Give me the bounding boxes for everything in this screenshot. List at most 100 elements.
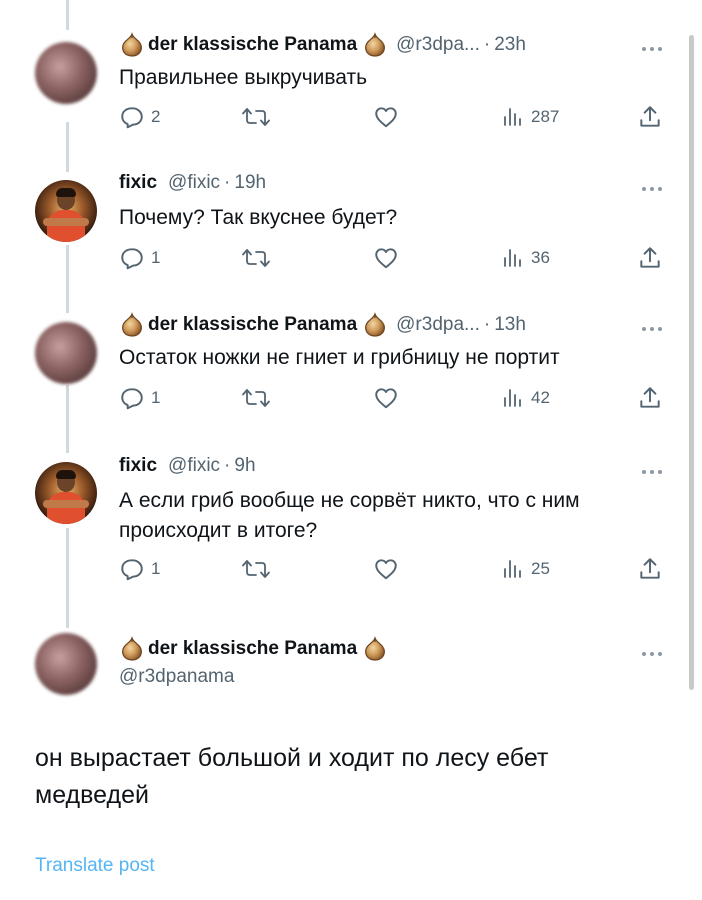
repost-button[interactable] (241, 104, 271, 130)
scrollbar[interactable] (689, 35, 694, 690)
repost-icon (242, 249, 270, 267)
author-name[interactable]: fixic (119, 172, 157, 194)
reply-count: 1 (151, 388, 161, 407)
repost-icon (242, 108, 270, 126)
avatar[interactable] (35, 180, 97, 242)
more-icon[interactable] (641, 465, 663, 475)
share-button[interactable] (637, 245, 663, 271)
views-button[interactable]: 42 (501, 385, 550, 411)
tweet-header: fixic @fixic · 19h (119, 172, 266, 194)
tweet-header: der klassische Panama @r3dpa... · 23h (119, 32, 526, 58)
timestamp[interactable]: 13h (494, 314, 526, 336)
thread-line (66, 245, 69, 313)
tweet-text: А если гриб вообще не сорвёт никто, что … (119, 489, 580, 542)
separator-dot: · (483, 34, 491, 55)
share-icon (640, 558, 660, 579)
like-button[interactable] (372, 104, 400, 130)
reply-button[interactable]: 1 (119, 245, 160, 271)
thread-line (66, 528, 69, 628)
tweet-actions: 1 25 (119, 556, 679, 586)
separator-dot: · (483, 314, 491, 335)
author-handle[interactable]: @fixic (168, 172, 220, 194)
share-button[interactable] (637, 104, 663, 130)
more-icon[interactable] (641, 647, 663, 657)
like-button[interactable] (372, 556, 400, 582)
repost-icon (242, 389, 270, 407)
share-icon (640, 106, 660, 127)
separator-dot: · (224, 172, 231, 193)
author-handle[interactable]: @fixic (168, 455, 220, 477)
reply-icon (121, 107, 143, 129)
tweet-header: der klassische Panama @r3dpa... · 13h (119, 312, 526, 338)
tweet-actions: 1 42 (119, 385, 679, 415)
share-button[interactable] (637, 385, 663, 411)
timestamp[interactable]: 19h (234, 172, 266, 194)
more-icon[interactable] (641, 182, 663, 192)
tweet-text: Остаток ножки не гниет и грибницу не пор… (119, 346, 560, 369)
reply-count: 1 (151, 559, 161, 578)
author-handle[interactable]: @r3dpa... (396, 34, 480, 56)
share-button[interactable] (637, 556, 663, 582)
main-post-text: он вырастает большой и ходит по лесу ебе… (35, 744, 549, 809)
reply-icon (121, 248, 143, 270)
reply-button[interactable]: 1 (119, 556, 160, 582)
tweet-header: der klassische Panama (119, 636, 388, 662)
like-button[interactable] (372, 245, 400, 271)
reply-icon (121, 559, 143, 581)
like-icon (375, 107, 397, 128)
views-button[interactable]: 287 (501, 104, 559, 130)
views-icon (504, 389, 521, 407)
tweet-text: Правильнее выкручивать (119, 66, 368, 89)
reply-button[interactable]: 1 (119, 385, 160, 411)
onion-icon (122, 636, 142, 661)
thread-line (66, 385, 69, 453)
like-icon (375, 559, 397, 580)
views-icon (504, 108, 521, 126)
author-name[interactable]: der klassische Panama (148, 34, 357, 56)
avatar[interactable] (35, 462, 97, 524)
separator-dot: · (224, 455, 231, 476)
share-icon (640, 247, 660, 268)
views-count: 36 (531, 248, 550, 267)
share-icon (640, 387, 660, 408)
translate-post-link[interactable]: Translate post (35, 855, 155, 877)
tweet-header: fixic @fixic · 9h (119, 455, 256, 477)
author-name[interactable]: der klassische Panama (148, 314, 357, 336)
repost-button[interactable] (241, 385, 271, 411)
author-name[interactable]: der klassische Panama (148, 638, 357, 660)
onion-icon (365, 636, 386, 661)
views-button[interactable]: 36 (501, 245, 550, 271)
thread-line (66, 122, 69, 172)
like-icon (375, 388, 397, 409)
author-handle[interactable]: @r3dpanama (119, 666, 234, 688)
reply-icon (121, 388, 143, 410)
reply-button[interactable]: 2 (119, 104, 160, 130)
avatar[interactable] (35, 322, 97, 384)
like-button[interactable] (372, 385, 400, 411)
views-icon (504, 560, 521, 578)
views-icon (504, 249, 521, 267)
tweet-text: Почему? Так вкуснее будет? (119, 206, 398, 229)
thread-line (66, 0, 69, 30)
reply-count: 1 (151, 248, 161, 267)
views-button[interactable]: 25 (501, 556, 550, 582)
author-handle[interactable]: @r3dpa... (396, 314, 480, 336)
onion-icon (122, 312, 142, 337)
views-count: 42 (531, 388, 550, 407)
more-icon[interactable] (641, 42, 663, 52)
repost-button[interactable] (241, 556, 271, 582)
author-name[interactable]: fixic (119, 455, 157, 477)
more-icon[interactable] (641, 322, 663, 332)
avatar[interactable] (35, 42, 97, 104)
avatar[interactable] (35, 633, 97, 695)
repost-icon (242, 560, 270, 578)
timestamp[interactable]: 9h (234, 455, 255, 477)
tweet-actions: 2 287 (119, 104, 679, 134)
repost-button[interactable] (241, 245, 271, 271)
reply-count: 2 (151, 107, 161, 126)
views-count: 287 (531, 107, 560, 126)
timestamp[interactable]: 23h (494, 34, 526, 56)
views-count: 25 (531, 559, 550, 578)
onion-icon (122, 32, 142, 57)
like-icon (375, 248, 397, 269)
